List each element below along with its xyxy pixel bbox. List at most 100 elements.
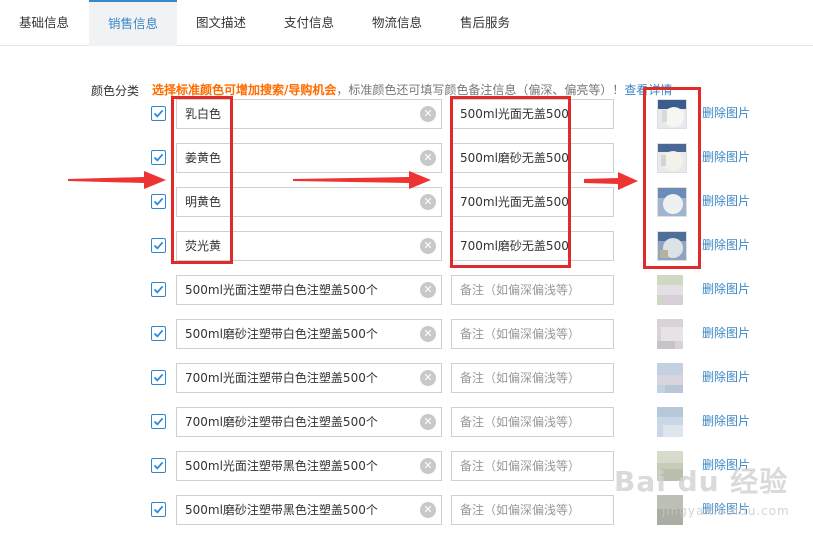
checkmark-icon	[153, 417, 164, 426]
product-thumbnail[interactable]	[657, 407, 683, 437]
color-checkbox[interactable]	[151, 370, 166, 385]
product-thumbnail[interactable]	[657, 231, 687, 261]
color-row: 乳白色 ✕ 500ml光面无盖500 删除图片	[0, 99, 813, 143]
color-note-input[interactable]: 备注（如偏深偏浅等）	[451, 451, 614, 481]
color-note-input[interactable]: 备注（如偏深偏浅等）	[451, 407, 614, 437]
tab-description[interactable]: 图文描述	[177, 0, 265, 46]
color-name-input[interactable]: 700ml光面注塑带白色注塑盖500个 ✕	[176, 363, 442, 393]
color-note-input[interactable]: 备注（如偏深偏浅等）	[451, 275, 614, 305]
color-name-input[interactable]: 500ml光面注塑带黑色注塑盖500个 ✕	[176, 451, 442, 481]
color-name-input[interactable]: 500ml光面注塑带白色注塑盖500个 ✕	[176, 275, 442, 305]
color-checkbox[interactable]	[151, 502, 166, 517]
product-thumbnail[interactable]	[657, 99, 687, 129]
clear-icon[interactable]: ✕	[420, 282, 436, 298]
color-name-value: 明黄色	[185, 195, 222, 209]
color-note-input[interactable]: 500ml光面无盖500	[451, 99, 614, 129]
delete-image-link[interactable]: 删除图片	[702, 500, 750, 517]
tab-after-sales[interactable]: 售后服务	[441, 0, 529, 46]
notice-highlight: 选择标准颜色可增加搜索/导购机会	[152, 83, 337, 97]
color-name-input[interactable]: 明黄色 ✕	[176, 187, 442, 217]
color-name-input[interactable]: 700ml磨砂注塑带白色注塑盖500个 ✕	[176, 407, 442, 437]
product-thumbnail[interactable]	[657, 319, 683, 349]
color-checkbox[interactable]	[151, 282, 166, 297]
clear-icon[interactable]: ✕	[420, 414, 436, 430]
color-checkbox[interactable]	[151, 458, 166, 473]
product-thumbnail[interactable]	[657, 495, 683, 525]
color-note-value: 500ml磨砂无盖500	[460, 151, 569, 165]
product-thumbnail[interactable]	[657, 451, 683, 481]
delete-image-link[interactable]: 删除图片	[702, 104, 750, 121]
color-row: 500ml磨砂注塑带白色注塑盖500个 ✕ 备注（如偏深偏浅等） 删除图片	[0, 319, 813, 363]
checkmark-icon	[153, 505, 164, 514]
color-name-input[interactable]: 姜黄色 ✕	[176, 143, 442, 173]
delete-image-link[interactable]: 删除图片	[702, 456, 750, 473]
tab-logistics-info[interactable]: 物流信息	[353, 0, 441, 46]
product-thumbnail[interactable]	[657, 275, 683, 305]
clear-icon[interactable]: ✕	[420, 502, 436, 518]
color-note-placeholder: 备注（如偏深偏浅等）	[460, 415, 581, 429]
color-row: 700ml光面注塑带白色注塑盖500个 ✕ 备注（如偏深偏浅等） 删除图片	[0, 363, 813, 407]
product-thumbnail[interactable]	[657, 363, 683, 393]
delete-image-link[interactable]: 删除图片	[702, 280, 750, 297]
delete-image-link[interactable]: 删除图片	[702, 148, 750, 165]
color-name-value: 乳白色	[185, 107, 222, 121]
color-name-input[interactable]: 乳白色 ✕	[176, 99, 442, 129]
view-details-link[interactable]: 查看详情	[624, 83, 672, 97]
checkmark-icon	[153, 153, 164, 162]
clear-icon[interactable]: ✕	[420, 370, 436, 386]
clear-icon[interactable]: ✕	[420, 194, 436, 210]
color-checkbox[interactable]	[151, 238, 166, 253]
color-note-input[interactable]: 700ml磨砂无盖500	[451, 231, 614, 261]
color-note-placeholder: 备注（如偏深偏浅等）	[460, 503, 581, 517]
color-row: 500ml光面注塑带白色注塑盖500个 ✕ 备注（如偏深偏浅等） 删除图片	[0, 275, 813, 319]
delete-image-link[interactable]: 删除图片	[702, 412, 750, 429]
product-thumbnail[interactable]	[657, 187, 687, 217]
color-note-placeholder: 备注（如偏深偏浅等）	[460, 283, 581, 297]
clear-icon[interactable]: ✕	[420, 106, 436, 122]
color-row: 荧光黄 ✕ 700ml磨砂无盖500 删除图片	[0, 231, 813, 275]
delete-image-link[interactable]: 删除图片	[702, 192, 750, 209]
tab-basic-info[interactable]: 基础信息	[0, 0, 88, 46]
color-note-input[interactable]: 500ml磨砂无盖500	[451, 143, 614, 173]
color-name-value: 500ml光面注塑带白色注塑盖500个	[185, 283, 378, 297]
color-note-value: 500ml光面无盖500	[460, 107, 569, 121]
color-name-input[interactable]: 荧光黄 ✕	[176, 231, 442, 261]
tab-sales-info[interactable]: 销售信息	[89, 0, 177, 46]
delete-image-link[interactable]: 删除图片	[702, 324, 750, 341]
color-name-input[interactable]: 500ml磨砂注塑带黑色注塑盖500个 ✕	[176, 495, 442, 525]
tab-bar: 基础信息 销售信息 图文描述 支付信息 物流信息 售后服务	[0, 0, 813, 46]
delete-image-link[interactable]: 删除图片	[702, 236, 750, 253]
tab-payment-info[interactable]: 支付信息	[265, 0, 353, 46]
color-note-input[interactable]: 备注（如偏深偏浅等）	[451, 495, 614, 525]
color-note-input[interactable]: 备注（如偏深偏浅等）	[451, 319, 614, 349]
product-thumbnail[interactable]	[657, 143, 687, 173]
color-row: 700ml磨砂注塑带白色注塑盖500个 ✕ 备注（如偏深偏浅等） 删除图片	[0, 407, 813, 451]
color-checkbox[interactable]	[151, 106, 166, 121]
color-name-value: 荧光黄	[185, 239, 222, 253]
color-checkbox[interactable]	[151, 414, 166, 429]
color-checkbox[interactable]	[151, 150, 166, 165]
clear-icon[interactable]: ✕	[420, 326, 436, 342]
clear-icon[interactable]: ✕	[420, 150, 436, 166]
color-name-value: 500ml磨砂注塑带白色注塑盖500个	[185, 327, 378, 341]
color-row: 500ml光面注塑带黑色注塑盖500个 ✕ 备注（如偏深偏浅等） 删除图片	[0, 451, 813, 495]
clear-icon[interactable]: ✕	[420, 238, 436, 254]
color-note-value: 700ml磨砂无盖500	[460, 239, 569, 253]
color-note-input[interactable]: 700ml光面无盖500	[451, 187, 614, 217]
color-checkbox[interactable]	[151, 326, 166, 341]
checkmark-icon	[153, 109, 164, 118]
color-row: 明黄色 ✕ 700ml光面无盖500 删除图片	[0, 187, 813, 231]
checkmark-icon	[153, 373, 164, 382]
notice-text: ，标准颜色还可填写颜色备注信息（偏深、偏亮等）！	[336, 83, 625, 97]
color-note-placeholder: 备注（如偏深偏浅等）	[460, 327, 581, 341]
color-note-input[interactable]: 备注（如偏深偏浅等）	[451, 363, 614, 393]
color-row: 姜黄色 ✕ 500ml磨砂无盖500 删除图片	[0, 143, 813, 187]
color-name-value: 姜黄色	[185, 151, 222, 165]
color-checkbox[interactable]	[151, 194, 166, 209]
color-note-placeholder: 备注（如偏深偏浅等）	[460, 459, 581, 473]
color-name-input[interactable]: 500ml磨砂注塑带白色注塑盖500个 ✕	[176, 319, 442, 349]
checkmark-icon	[153, 329, 164, 338]
clear-icon[interactable]: ✕	[420, 458, 436, 474]
color-name-value: 500ml磨砂注塑带黑色注塑盖500个	[185, 503, 378, 517]
delete-image-link[interactable]: 删除图片	[702, 368, 750, 385]
